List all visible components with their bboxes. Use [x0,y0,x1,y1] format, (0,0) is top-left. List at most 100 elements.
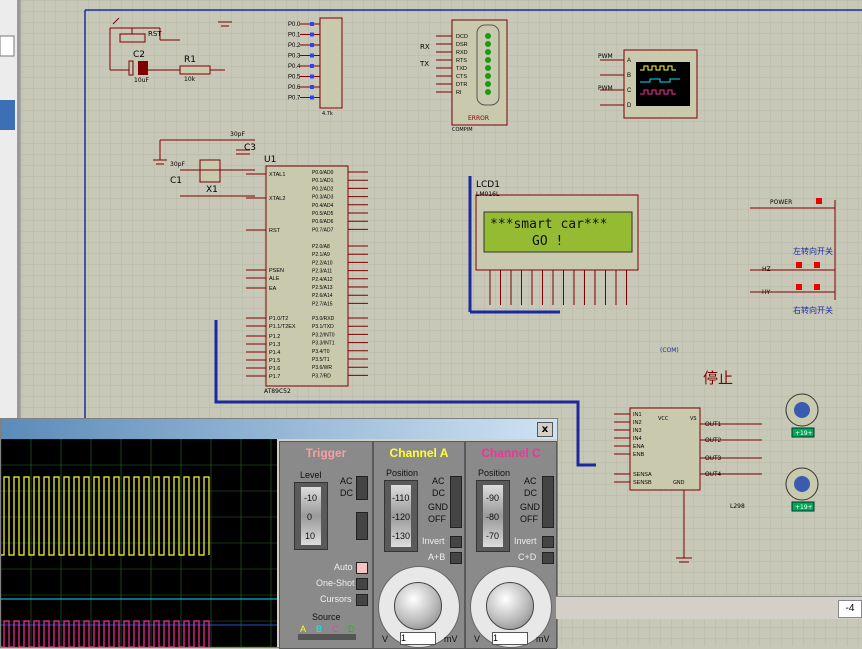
mcu-left-pin-label: RST [269,228,281,234]
oscilloscope-window[interactable]: x Trigger Level -10 0 10 AC DC Auto One-… [0,418,558,649]
channel-a-title: Channel A [389,446,449,460]
mcu-left-pin-label: P1.1/T2EX [269,324,296,330]
ch-a-mode-ac: AC [432,476,445,486]
compim-pin-label: RTS [456,58,467,64]
mcu-right-pin-label: P3.6/WR [312,365,332,371]
trigger-ac-dc-switch[interactable] [356,476,368,500]
mcu-left-pin-label: EA [269,286,277,292]
left-switch-label: 左转向开关 [793,246,833,256]
com-label: (COM) [660,347,679,354]
trigger-cursors-button[interactable] [356,594,368,606]
ch-a-unit-mv: mV [444,634,458,644]
ch-a-volts-knob[interactable] [394,582,442,630]
motor1-readout: +19+ [795,430,813,437]
scope-net-c: PWM [598,85,613,92]
trigger-dc: DC [340,488,353,498]
l298-right-pin-label: OUT2 [705,438,722,444]
ch-a-invert-button[interactable] [450,536,462,548]
compim-pin-label: CTS [456,74,467,80]
trig-tick-3: 10 [305,531,316,541]
c1-label: C1 [170,176,182,186]
x1-label: X1 [206,185,218,195]
ch-c-mode-switch[interactable] [542,476,554,528]
ch-c-mode-dc: DC [524,488,537,498]
mcu-left-pin-label: ALE [269,276,280,282]
mcu-left-pin-label: PSEN [269,268,284,274]
scope-input-label: A [627,58,631,64]
ch-c-mode-off: OFF [520,514,538,524]
compim-tx: TX [419,60,429,68]
trigger-title: Trigger [305,446,347,460]
ch-a-volts-value: 1 [400,632,436,645]
trigger-panel: Trigger Level -10 0 10 AC DC Auto One-Sh… [279,441,373,649]
channel-c-panel: Channel C Position -90 -80 -70 AC DC GND… [465,441,557,649]
scope-titlebar[interactable]: x [1,419,557,439]
ch-c-unit-mv: mV [536,634,550,644]
ch-a-invert-label: Invert [422,536,445,546]
source-b[interactable]: B [316,624,322,634]
compim-pin-label: DCD [456,34,468,40]
mcu-right-pin-label: P0.4/AD4 [312,203,334,209]
compim-led [485,65,491,71]
c1-value: 30pF [170,161,185,168]
stop-label: 停止 [703,369,733,387]
rpack-pin-label: P0.7 [288,96,301,102]
mcu-right-pin-label: P2.1/A9 [312,252,330,258]
ch-c-position-slider[interactable]: -90 -80 -70 [476,480,510,552]
channel-a-panel: Channel A Position -110 -120 -130 AC DC … [373,441,465,649]
mcu-right-pin-label: P0.3/AD3 [312,195,334,201]
mcu-right-pin-label: P3.3/INT1 [312,341,335,347]
ch-c-tick-3: -70 [486,531,500,541]
ch-a-combine-button[interactable] [450,552,462,564]
ch-c-invert-button[interactable] [542,536,554,548]
mcu-left-pin-label: P1.6 [269,366,280,372]
compim-led [485,49,491,55]
ch-a-position-slider[interactable]: -110 -120 -130 [384,480,418,552]
source-a[interactable]: A [300,624,306,634]
l298-vcc: VCC [658,416,669,422]
scope-input-label: D [627,103,632,109]
l298-right-pin-label: OUT4 [705,472,722,478]
lcd-line1: ***smart car*** [490,217,607,232]
ch-c-volts-knob[interactable] [486,582,534,630]
rpack-pin-marker [310,43,314,47]
ch-c-tick-1: -90 [486,493,500,503]
scope-close-button[interactable]: x [537,422,553,437]
l298-gnd: GND [673,480,685,486]
ch-c-combine-button[interactable] [542,552,554,564]
mcu-right-pin-label: P2.6/A14 [312,293,333,299]
trigger-auto-button[interactable] [356,562,368,574]
ch-c-position-label: Position [478,468,511,478]
trigger-level-slider[interactable]: -10 0 10 [294,482,328,550]
r1-value: 10k [184,76,196,83]
trigger-edge-switch[interactable] [356,512,368,540]
lcd-part: LM016L [476,191,500,198]
rpack-pin-label: P0.5 [288,75,301,81]
ch-c-mode-gnd: GND [520,502,540,512]
mcu-part: AT89C52 [264,388,291,395]
source-c[interactable]: C [332,624,339,634]
ch-a-tick-2: -120 [392,512,411,522]
ch-a-mode-switch[interactable] [450,476,462,528]
mcu-left-pin-label: P1.4 [269,350,280,356]
source-d[interactable]: D [348,624,355,634]
ch-c-volts-value: 1 [492,632,528,645]
ch-a-combine-label: A+B [428,552,446,562]
trigger-oneshot-button[interactable] [356,578,368,590]
trigger-source-selector[interactable]: A B C D [298,624,356,642]
c2-label: C2 [133,50,145,60]
compim-led [485,33,491,39]
rpack-pin-label: P0.0 [288,22,301,28]
ch-a-mode-gnd: GND [428,502,448,512]
trigger-level-label: Level [300,470,322,480]
trigger-cursors-label: Cursors [320,594,352,604]
mcu-left-pin-label: XTAL2 [269,196,285,202]
mcu-right-pin-label: P0.2/AD2 [312,186,334,192]
ch-c-unit-v: V [474,634,481,644]
compim-pin-label: DSR [456,42,468,48]
mcu-right-pin-label: P0.6/AD6 [312,219,334,225]
rpack-pin-marker [310,22,314,26]
ch-a-unit-v: V [382,634,389,644]
l298-left-pin-label: ENA [633,444,645,450]
compim-led [485,57,491,63]
